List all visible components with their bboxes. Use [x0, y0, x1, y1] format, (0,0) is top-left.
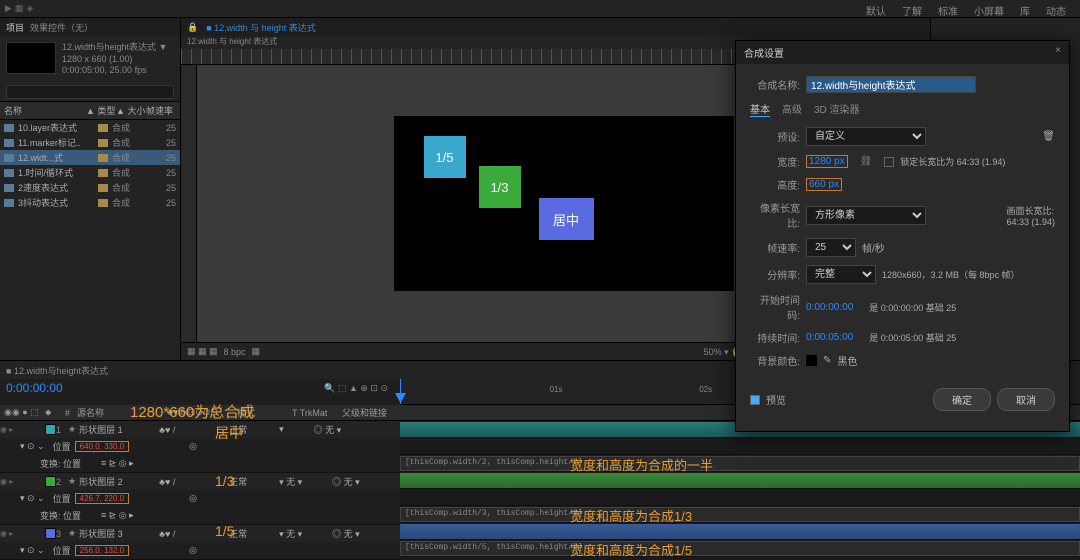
tab-project[interactable]: 项目 — [6, 21, 24, 34]
comp-thumbnail — [6, 42, 56, 74]
res-select[interactable]: 完整 — [806, 265, 876, 284]
workspace-tabs[interactable]: 默认了解标准小屏幕库动态 — [862, 2, 1070, 19]
layer-row-3[interactable]: ◉ ▸3★形状图层 3♣♥ /正常▾ 无 ▾◎ 无 ▾ — [0, 525, 400, 542]
fps-select[interactable]: 25 — [806, 238, 856, 257]
layer-bar-3[interactable] — [400, 524, 1080, 539]
layer-position-1[interactable]: ▾ ⊙ ⌄位置640.0, 330.0◎ — [0, 438, 400, 455]
shape-1-3[interactable]: 1/3 — [479, 166, 521, 208]
layer-expr-row-1[interactable]: 变换: 位置≡ ⊵ ◎ ▸ — [0, 455, 400, 472]
shape-1-5[interactable]: 1/5 — [424, 136, 466, 178]
project-item[interactable]: 1.时间/循环式合成25 — [0, 165, 180, 180]
project-item-selected[interactable]: 12.widt...式合成25 — [0, 150, 180, 165]
preset-select[interactable]: 自定义 — [806, 127, 926, 146]
viewer-title[interactable]: ■ 12.width 与 height 表达式 — [206, 21, 315, 34]
cancel-button[interactable]: 取消 — [997, 388, 1055, 411]
close-icon[interactable]: × — [1055, 45, 1061, 60]
layer-row-1[interactable]: ◉ ▸1★形状图层 1♣♥ /正常▾◎ 无 ▾ — [0, 421, 400, 438]
par-select[interactable]: 方形像素 — [806, 206, 926, 225]
annotation-center: 居中 — [215, 423, 243, 443]
project-panel: 项目 效果控件（无） 12.width与height表达式 ▼ 1280 x 6… — [0, 18, 180, 360]
timeline-tab[interactable]: ■ 12.width与height表达式 — [6, 364, 108, 377]
project-item[interactable]: 10.layer表达式合成25 — [0, 120, 180, 135]
project-item[interactable]: 11.marker标记..合成25 — [0, 135, 180, 150]
comp-info: 12.width与height表达式 ▼ 1280 x 660 (1.00) 0… — [62, 42, 167, 77]
dialog-tabs[interactable]: 基本高级3D 渲染器 — [750, 101, 1055, 117]
expr-text-1[interactable]: [thisComp.width/2, thisComp.height/2] — [400, 456, 1080, 471]
annotation-main: 1280*660为总合成 — [130, 401, 254, 422]
preview-checkbox[interactable] — [750, 395, 760, 405]
comp-name-input[interactable] — [806, 76, 976, 93]
start-tc[interactable]: 0:00:00:00 — [806, 302, 853, 313]
trash-icon[interactable]: 🗑 — [1042, 131, 1055, 142]
layer-bar-2[interactable] — [400, 473, 1080, 488]
expr-text-3[interactable]: [thisComp.width/5, thisComp.height/5] — [400, 541, 1080, 556]
link-icon[interactable]: ⛓ — [860, 156, 873, 167]
layer-position-2[interactable]: ▾ ⊙ ⌄位置426.7, 220.0◎ — [0, 490, 400, 507]
shape-center[interactable]: 居中 — [539, 198, 594, 240]
expr-text-2[interactable]: [thisComp.width/3, thisComp.height/3] — [400, 507, 1080, 522]
dialog-title: 合成设置 — [744, 45, 784, 60]
tab-effects[interactable]: 效果控件（无） — [30, 21, 93, 34]
layer-position-3[interactable]: ▾ ⊙ ⌄位置256.0, 132.0◎ — [0, 542, 400, 559]
ruler-vertical — [181, 65, 197, 342]
width-value[interactable]: 1280 px — [806, 155, 848, 168]
duration-tc[interactable]: 0:00:05:00 — [806, 332, 853, 343]
ok-button[interactable]: 确定 — [933, 388, 991, 411]
project-item[interactable]: 2速度表达式合成25 — [0, 180, 180, 195]
eyedropper-icon[interactable]: ✎ — [823, 355, 831, 366]
layer-row-2[interactable]: ◉ ▸2★形状图层 2♣♥ /正常▾ 无 ▾◎ 无 ▾ — [0, 473, 400, 490]
annotation-third: 1/3 — [215, 473, 234, 489]
layer-expr-row-2[interactable]: 变换: 位置≡ ⊵ ◎ ▸ — [0, 507, 400, 524]
lock-icon[interactable]: 🔒 — [187, 22, 198, 33]
project-columns[interactable]: 名称 ▲ 类型 ▲ 大小 帧速率 — [0, 101, 180, 120]
playhead[interactable] — [400, 379, 401, 404]
composition-settings-dialog: 合成设置× 合成名称: 基本高级3D 渲染器 预设:自定义🗑 宽度:1280 p… — [735, 40, 1070, 432]
annotation-fifth: 1/5 — [215, 523, 234, 539]
lock-aspect-checkbox[interactable] — [884, 157, 894, 167]
project-item[interactable]: 3抖动表达式合成25 — [0, 195, 180, 210]
bg-color-swatch[interactable] — [806, 355, 817, 366]
project-search[interactable] — [6, 85, 174, 99]
height-value[interactable]: 660 px — [806, 178, 842, 191]
